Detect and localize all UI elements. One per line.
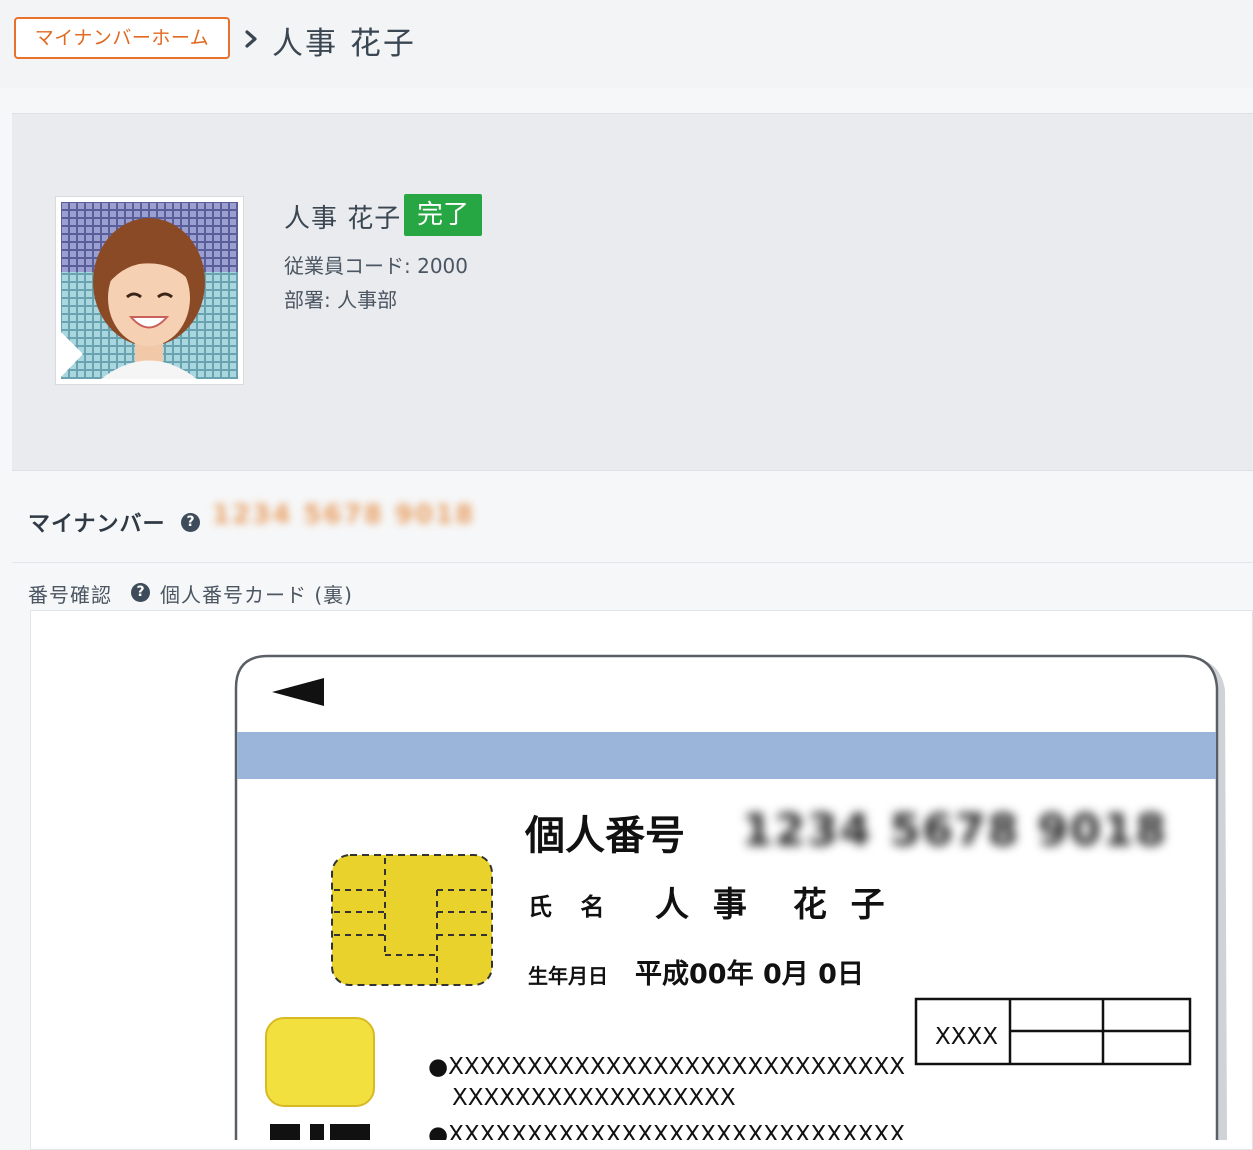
card-name-value: 人 事 花 子 (655, 885, 891, 925)
mynumber-value-masked: 1234 5678 9018 (212, 500, 476, 530)
card-stripe (237, 732, 1216, 779)
ic-chip (331, 854, 493, 986)
card-number-label: 個人番号 (524, 813, 685, 859)
card-dob-label: 生年月日 (528, 964, 608, 988)
card-line-2: XXXXXXXXXXXXXXXXXX (452, 1085, 736, 1111)
help-icon[interactable]: ? (131, 583, 150, 602)
card-line-1: ●XXXXXXXXXXXXXXXXXXXXXXXXXXXXX (428, 1054, 905, 1080)
breadcrumb-current: 人事 花子 (272, 26, 416, 62)
employee-code: 従業員コード: 2000 (284, 254, 468, 278)
status-badge: 完了 (404, 194, 482, 236)
verification-label: 番号確認 (28, 583, 112, 607)
card-dob-value: 平成00年 0月 0日 (635, 958, 864, 990)
card-box-label: XXXX (935, 1024, 998, 1050)
employee-photo (55, 196, 244, 385)
mynumber-card-image: 個人番号 1234 5678 9018 氏 名 人 事 花 子 生年月日 平成0… (234, 654, 1227, 1140)
employee-name: 人事 花子 (284, 204, 402, 234)
employee-department: 部署: 人事部 (284, 288, 398, 312)
document-type: 個人番号カード (裏) (160, 583, 353, 607)
card-number-value: 1234 5678 9018 (742, 805, 1168, 856)
mynumber-home-button[interactable]: マイナンバーホーム (14, 17, 230, 59)
chevron-right-icon (245, 30, 257, 48)
card-yellow-mark (265, 1017, 375, 1107)
card-name-label: 氏 名 (528, 893, 614, 921)
help-icon[interactable]: ? (181, 513, 200, 532)
avatar (61, 202, 238, 379)
qr-code-icon (270, 1124, 370, 1140)
card-line-3: ●XXXXXXXXXXXXXXXXXXXXXXXXXXXXX (428, 1122, 905, 1140)
mynumber-label: マイナンバー (28, 512, 166, 537)
